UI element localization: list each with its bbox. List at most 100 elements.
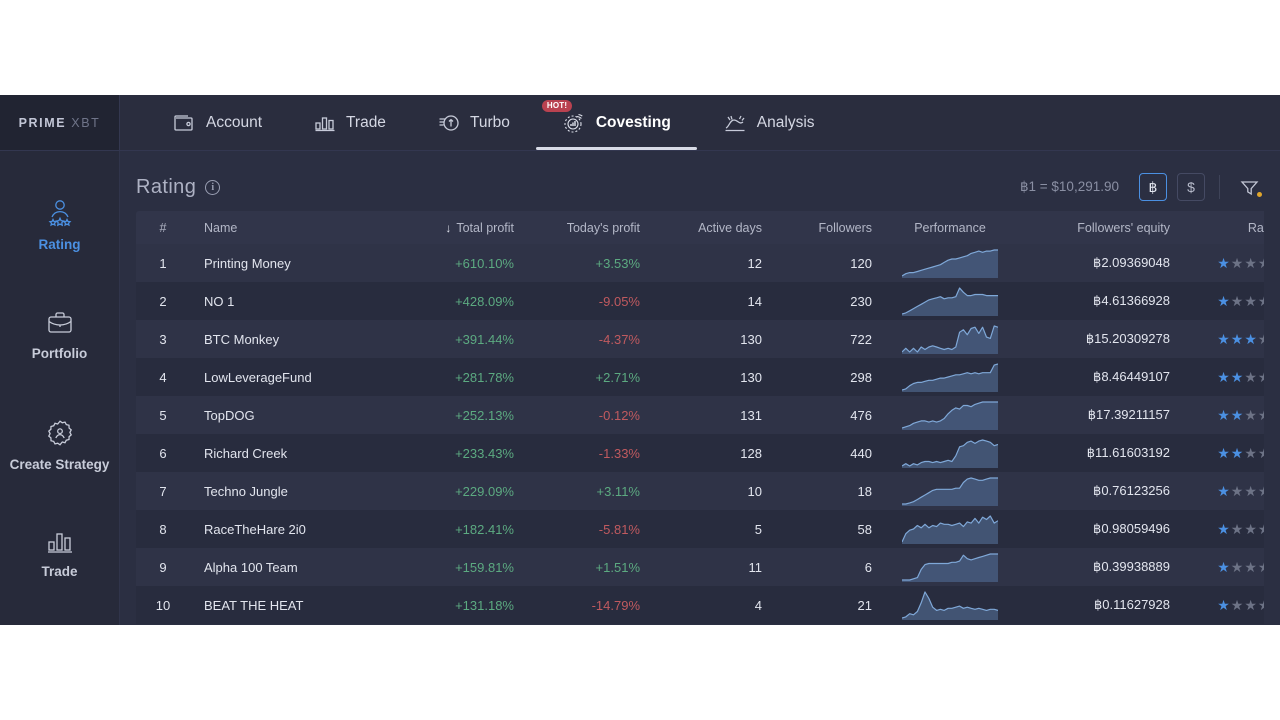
cell-name[interactable]: BEAT THE HEAT: [190, 586, 386, 624]
sidebar-item-label: Create Strategy: [9, 457, 110, 472]
cell-followers: 230: [850, 293, 872, 309]
cell-active-days: 5: [754, 521, 762, 537]
cell-rating: ★★★★★: [1180, 434, 1264, 472]
currency-toggle-btc[interactable]: ฿: [1139, 173, 1167, 201]
col-header-performance[interactable]: Performance: [882, 211, 1018, 244]
star-icon: ★: [1244, 558, 1257, 575]
nav-item-turbo[interactable]: Turbo: [412, 95, 536, 150]
cell-todays-profit: -14.79%: [591, 597, 640, 613]
star-icon: ★: [1217, 368, 1230, 385]
table-row[interactable]: 1 Printing Money +610.10% +3.53% 12 120 ฿2.09…: [136, 244, 1264, 282]
cell-name[interactable]: Richard Creek: [190, 434, 386, 472]
cell-active-days: 10: [747, 483, 762, 499]
cell-name[interactable]: Techno Jungle: [190, 472, 386, 510]
briefcase-icon: [44, 308, 76, 338]
cell-total-profit: +252.13%: [455, 407, 514, 423]
col-header-active-days[interactable]: Active days: [650, 211, 772, 244]
col-header-rating[interactable]: Rating: [1180, 211, 1264, 244]
cell-name[interactable]: BTC Monkey: [190, 320, 386, 358]
cell-rating: ★★★★★: [1180, 548, 1264, 586]
cell-name[interactable]: LowLeverageFund: [190, 358, 386, 396]
brand-logo[interactable]: PRIME XBT: [0, 95, 120, 150]
cell-rank: 3: [159, 331, 167, 347]
cell-active-days: 131: [740, 407, 762, 423]
col-header-followers-equity[interactable]: Followers' equity: [1018, 211, 1180, 244]
star-icon: ★: [1244, 482, 1257, 499]
star-icon: ★: [1258, 370, 1264, 384]
table-row[interactable]: 2NO 1+428.09%-9.05%14230 ฿4.61366928★★★★…: [136, 282, 1264, 320]
currency-toggle-usd[interactable]: $: [1177, 173, 1205, 201]
star-icon: ★: [1244, 406, 1257, 423]
app-body: Rating Portfolio Create Strategy Trade R…: [0, 151, 1280, 625]
cell-followers: 6: [864, 559, 872, 575]
nav-item-label: Account: [206, 113, 263, 131]
cell-total-profit: +159.81%: [455, 559, 514, 575]
analysis-icon: [723, 113, 747, 133]
table-row[interactable]: 5 TopDOG +252.13% -0.12% 131 476 ฿17.39211157…: [136, 396, 1264, 434]
cell-total-profit: +182.41%: [455, 521, 514, 537]
cell-name[interactable]: TopDOG: [190, 396, 386, 434]
table-row[interactable]: 10 BEAT THE HEAT +131.18% -14.79% 4 21 ฿0.116…: [136, 586, 1264, 624]
brand-primary: PRIME: [18, 115, 67, 130]
sidebar-item-create-strategy[interactable]: Create Strategy: [0, 401, 119, 490]
star-icon: ★: [1230, 368, 1244, 385]
sort-arrow-down-icon: ↓: [445, 220, 452, 235]
cell-total-profit: +391.44%: [455, 331, 514, 347]
star-icon: ★: [1217, 558, 1230, 575]
cell-followers-equity: ฿17.39211157: [1087, 407, 1170, 422]
cell-name[interactable]: RaceTheHare 2i0: [190, 510, 386, 548]
cell-performance-sparkline: [882, 510, 1018, 548]
header-controls: ฿1 = $10,291.90 ฿ $: [1020, 173, 1264, 201]
table-row[interactable]: 3 BTC Monkey +391.44% -4.37% 130 722 ฿15.2030…: [136, 320, 1264, 358]
nav-item-account[interactable]: Account: [148, 95, 288, 150]
nav-item-trade[interactable]: Trade: [288, 95, 412, 150]
cell-performance-sparkline: [882, 358, 1018, 396]
cell-followers-equity: ฿0.76123256: [1093, 483, 1170, 498]
cell-performance-sparkline: [882, 472, 1018, 510]
filter-button[interactable]: [1234, 173, 1264, 201]
star-icon: ★: [1258, 332, 1264, 346]
star-icon: ★: [1244, 368, 1257, 385]
cell-todays-profit: +3.11%: [596, 483, 641, 499]
user-stars-icon: [43, 197, 77, 229]
table-row[interactable]: 6 Richard Creek +233.43% -1.33% 128 440 ฿11.6…: [136, 434, 1264, 472]
nav-item-covesting[interactable]: HOT! Covesting: [535, 95, 697, 150]
nav-item-label: Turbo: [469, 113, 510, 131]
cell-rank: 7: [159, 483, 167, 499]
sidebar-item-trade[interactable]: Trade: [0, 512, 119, 597]
cell-name[interactable]: Printing Money: [190, 244, 386, 282]
table-header-row: # Name ↓ Total profit Today's profit Acti…: [136, 211, 1264, 244]
star-icon: ★: [1230, 292, 1244, 309]
star-rating: ★★★★★: [1217, 446, 1264, 460]
star-icon: ★: [1244, 330, 1257, 347]
table-row[interactable]: 9 Alpha 100 Team +159.81% +1.51% 11 6 ฿0.3993…: [136, 548, 1264, 586]
table-body: 1 Printing Money +610.10% +3.53% 12 120 ฿2.09…: [136, 244, 1264, 624]
cell-todays-profit: -9.05%: [598, 293, 640, 309]
sidebar-item-rating[interactable]: Rating: [0, 181, 119, 270]
col-header-total-profit[interactable]: ↓ Total profit: [386, 211, 524, 244]
cell-name[interactable]: NO 1: [190, 282, 386, 320]
cell-performance-sparkline: [882, 586, 1018, 624]
star-icon: ★: [1244, 596, 1257, 613]
table-row[interactable]: 7 Techno Jungle +229.09% +3.11% 10 18 ฿0.7612…: [136, 472, 1264, 510]
star-icon: ★: [1258, 484, 1264, 498]
cell-name[interactable]: Alpha 100 Team: [190, 548, 386, 586]
table-row[interactable]: 8 RaceTheHare 2i0 +182.41% -5.81% 5 58 ฿0.980…: [136, 510, 1264, 548]
info-icon[interactable]: i: [205, 179, 221, 195]
cell-followers-equity: ฿0.98059496: [1093, 521, 1170, 536]
rating-table-container[interactable]: # Name ↓ Total profit Today's profit Acti…: [136, 211, 1264, 625]
star-rating: ★★★★★: [1217, 484, 1264, 498]
table-row[interactable]: 4 LowLeverageFund +281.78% +2.71% 130 298 ฿8.…: [136, 358, 1264, 396]
col-header-todays-profit[interactable]: Today's profit: [524, 211, 650, 244]
nav-item-analysis[interactable]: Analysis: [697, 95, 841, 150]
cell-rank: 2: [159, 293, 167, 309]
cell-followers-equity: ฿11.61603192: [1086, 445, 1170, 460]
star-icon: ★: [1230, 558, 1244, 575]
main-content: Rating i ฿1 = $10,291.90 ฿ $ # Name ↓ To…: [120, 151, 1280, 625]
cell-active-days: 11: [748, 559, 763, 575]
sidebar-item-portfolio[interactable]: Portfolio: [0, 292, 119, 379]
col-header-followers[interactable]: Followers: [772, 211, 882, 244]
star-icon: ★: [1244, 520, 1257, 537]
col-header-name[interactable]: Name: [190, 211, 386, 244]
col-header-rank[interactable]: #: [136, 211, 190, 244]
